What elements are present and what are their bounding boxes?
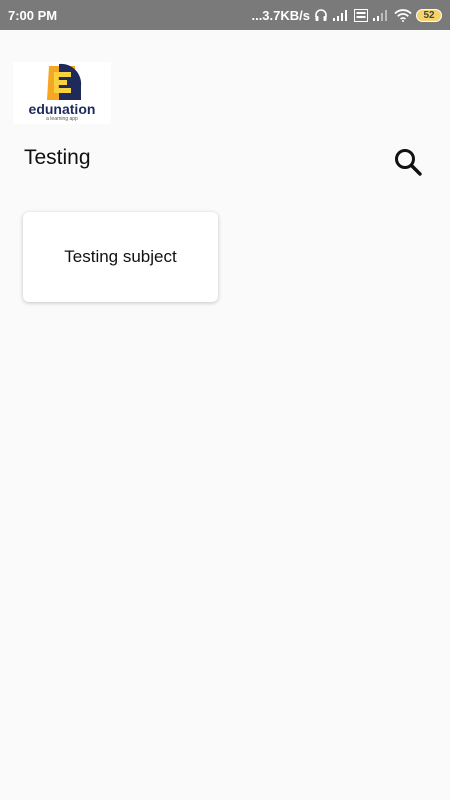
wifi-icon [394, 8, 412, 22]
search-icon [395, 149, 422, 176]
headset-icon [314, 8, 328, 22]
logo-wordmark: edunation [28, 101, 96, 117]
logo-mark-icon [47, 63, 82, 100]
volte-icon [354, 8, 368, 22]
logo-tagline: a learning app [46, 116, 78, 122]
subject-card-label: Testing subject [64, 247, 177, 266]
status-icons: ...3.7KB/s 52 [251, 8, 442, 23]
battery-indicator: 52 [416, 8, 442, 22]
signal-icon-2 [372, 9, 390, 21]
signal-icon [332, 9, 350, 21]
status-time: 7:00 PM [8, 7, 58, 23]
status-bar: 7:00 PM ...3.7KB/s 52 [0, 0, 450, 30]
network-speed: ...3.7KB/s [251, 7, 310, 23]
search-button[interactable] [390, 144, 426, 180]
edunation-logo: edunation a learning app [13, 62, 111, 124]
page-title: Testing [24, 146, 91, 169]
subject-card[interactable]: Testing subject [23, 212, 218, 302]
